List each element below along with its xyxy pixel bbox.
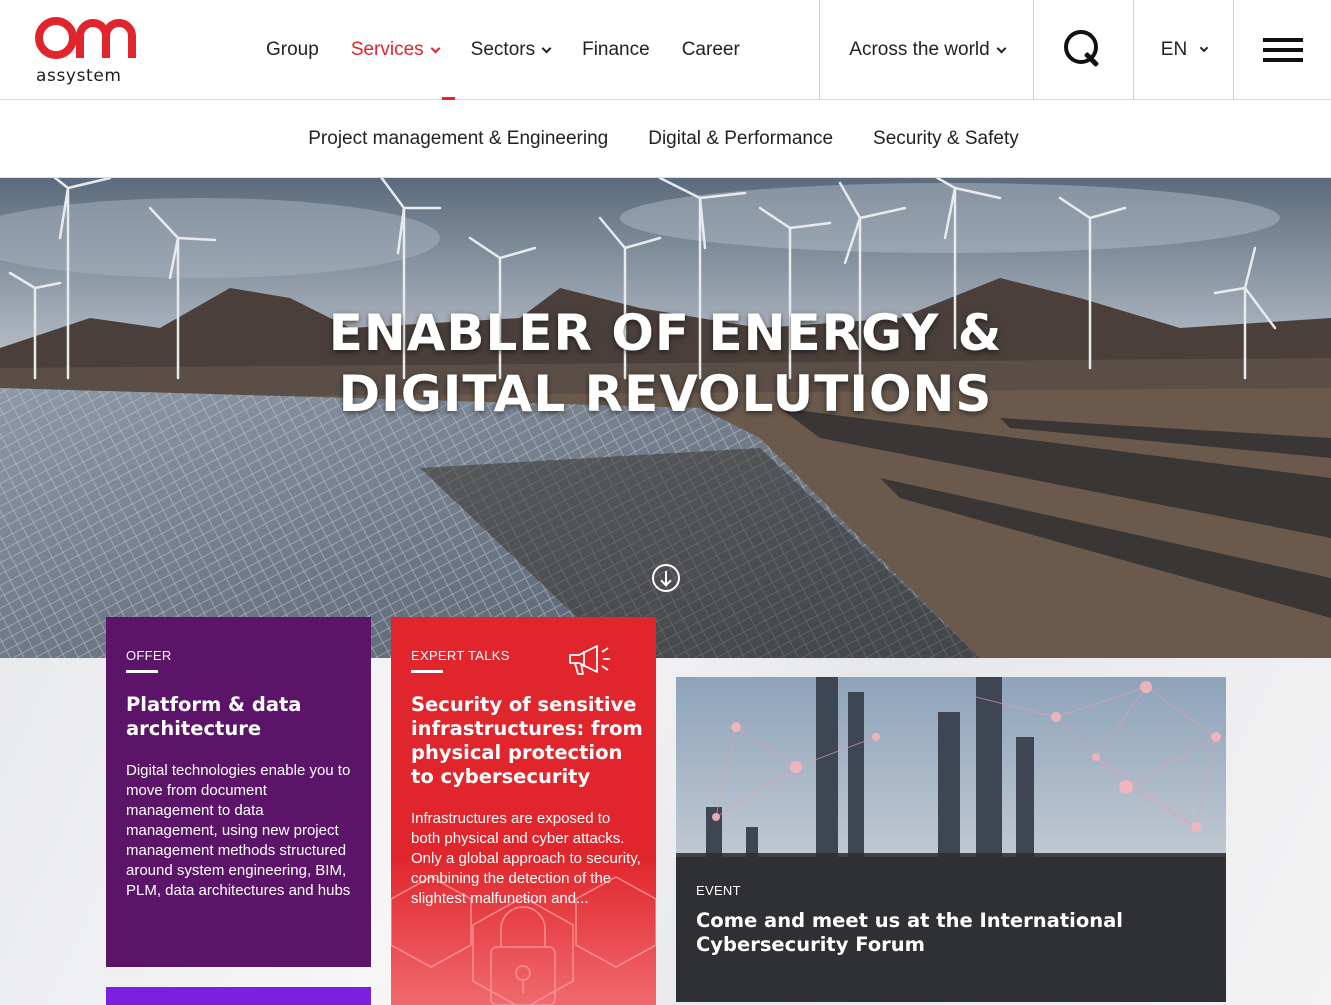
hero-title-line1: ENABLER OF ENERGY &: [328, 304, 1003, 362]
nav-label: Finance: [582, 39, 650, 60]
site-header: assystem Group Services Sectors Finance …: [0, 0, 1331, 101]
nav-item-services[interactable]: Services: [335, 0, 455, 101]
card-title: Platform & data architecture: [126, 693, 302, 740]
logo-wordmark: assystem: [36, 66, 122, 86]
nav-item-career[interactable]: Career: [666, 0, 756, 100]
card-kicker: OFFER: [126, 648, 172, 663]
language-selector[interactable]: EN: [1133, 0, 1234, 100]
nav-label: Group: [266, 39, 319, 60]
card-kicker: EVENT: [696, 883, 741, 898]
expert-talks-card[interactable]: EXPERT TALKS Security of sensitive infra…: [391, 617, 656, 1005]
nav-item-finance[interactable]: Finance: [566, 0, 666, 100]
search-icon: [1064, 30, 1104, 70]
hero-banner: ENABLER OF ENERGY & DIGITAL REVOLUTIONS: [0, 178, 1331, 658]
card-text: Infrastructures are exposed to both phys…: [411, 810, 641, 907]
event-card[interactable]: EVENT Come and meet us at the Internatio…: [676, 677, 1226, 1002]
services-subnav: Project management & Engineering Digital…: [0, 100, 1331, 178]
card-text: Digital technologies enable you to move …: [126, 762, 351, 899]
across-the-world-dropdown[interactable]: Across the world: [819, 0, 1034, 100]
chevron-down-icon: [541, 43, 552, 53]
card-title: Security of sensitive infrastructures: f…: [411, 693, 643, 788]
card-title: Come and meet us at the International Cy…: [696, 909, 1123, 956]
main-nav: Group Services Sectors Finance Career: [250, 0, 756, 101]
event-caption: EVENT Come and meet us at the Internatio…: [676, 853, 1226, 1002]
nav-item-group[interactable]: Group: [250, 0, 335, 100]
hero-title: ENABLER OF ENERGY & DIGITAL REVOLUTIONS: [0, 303, 1331, 425]
search-button[interactable]: [1033, 0, 1134, 100]
chevron-down-icon: [430, 43, 441, 53]
hero-title-line2: DIGITAL REVOLUTIONS: [338, 365, 993, 423]
next-card-edge[interactable]: [106, 987, 371, 1005]
nav-item-sectors[interactable]: Sectors: [455, 0, 566, 100]
subnav-item-security-safety[interactable]: Security & Safety: [873, 128, 1019, 150]
world-label: Across the world: [849, 39, 990, 60]
kicker-underline: [411, 670, 443, 673]
chevron-down-icon: [996, 43, 1007, 53]
offer-card[interactable]: OFFER Platform & data architecture Digit…: [106, 617, 371, 967]
subnav-item-project-management[interactable]: Project management & Engineering: [308, 128, 608, 150]
assystem-logo[interactable]: assystem: [34, 14, 144, 86]
card-kicker: EXPERT TALKS: [411, 648, 510, 663]
nav-label: Services: [350, 39, 424, 60]
hamburger-icon: [1262, 38, 1303, 62]
nav-label: Sectors: [470, 39, 536, 60]
kicker-underline: [126, 670, 158, 673]
nav-label: Career: [681, 39, 740, 60]
language-label: EN: [1160, 39, 1188, 60]
megaphone-icon: [569, 645, 610, 675]
chevron-down-icon: [1199, 43, 1209, 53]
subnav-item-digital-performance[interactable]: Digital & Performance: [648, 128, 833, 150]
logo-mark-icon: [35, 17, 136, 59]
arrow-down-circle-icon[interactable]: [652, 564, 680, 592]
menu-button[interactable]: [1233, 0, 1331, 100]
